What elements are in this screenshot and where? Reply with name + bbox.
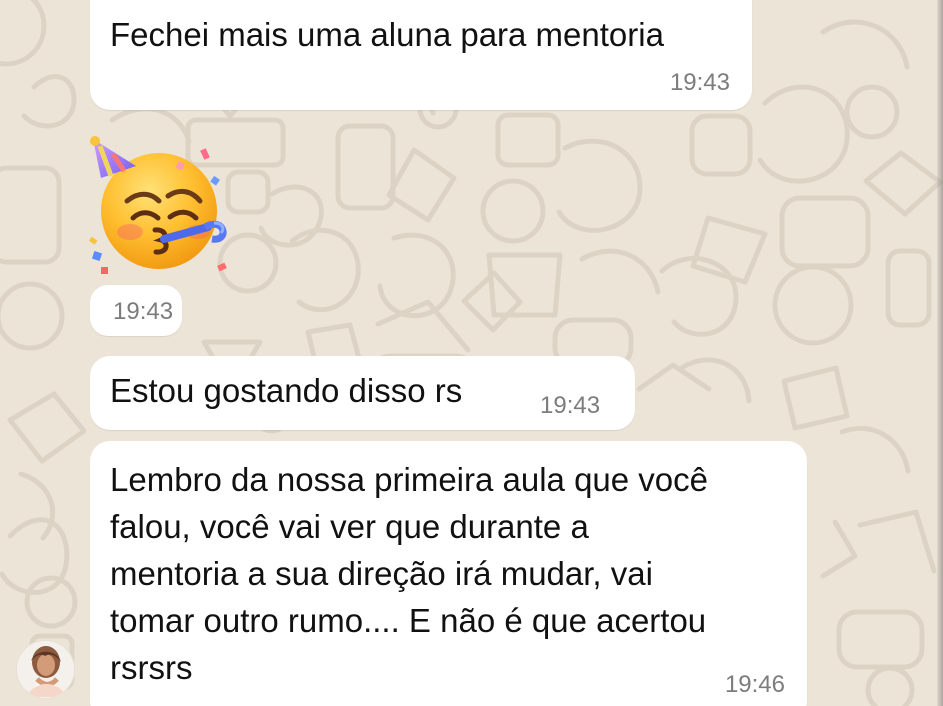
message-text: Fechei mais uma aluna para mentoria	[110, 16, 664, 53]
message-text: Estou gostando disso rs	[110, 372, 463, 409]
message-time: 19:43	[669, 69, 730, 96]
message-bubble[interactable]: Fechei mais uma aluna para mentoria 19:4…	[90, 0, 752, 110]
avatar[interactable]	[16, 640, 75, 699]
screen-edge	[937, 0, 943, 706]
message-bubble[interactable]: Estou gostando disso rs 19:43	[90, 356, 635, 430]
message-time: 19:43	[113, 298, 174, 325]
message-text: Lembro da nossa primeira aula que você f…	[110, 461, 709, 686]
message-bubble[interactable]: Lembro da nossa primeira aula que você f…	[90, 441, 807, 706]
message-time: 19:43	[540, 392, 601, 419]
sticker-time-badge: 19:43	[90, 285, 182, 336]
chat-conversation: Fechei mais uma aluna para mentoria 19:4…	[0, 0, 943, 706]
message-time: 19:46	[724, 671, 785, 698]
partying-face-icon[interactable]	[86, 136, 236, 274]
